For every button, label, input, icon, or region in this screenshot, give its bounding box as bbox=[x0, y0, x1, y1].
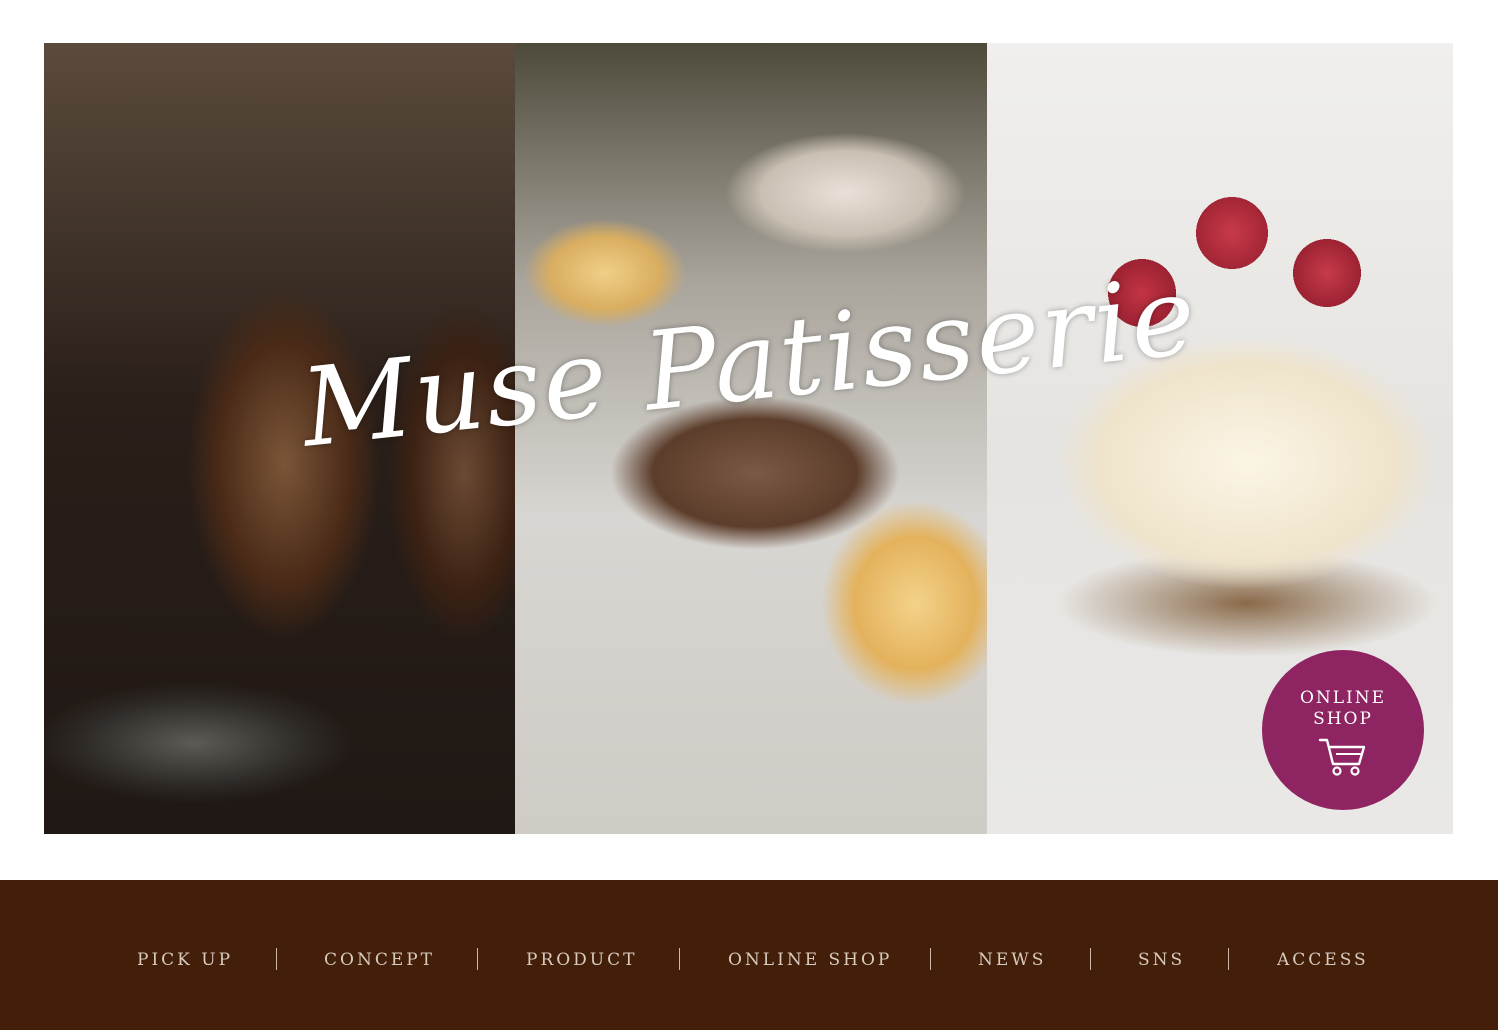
cart-icon bbox=[1318, 738, 1366, 776]
nav-item-access[interactable]: ACCESS bbox=[1277, 950, 1369, 970]
hero-banner bbox=[44, 43, 1453, 834]
nav-divider bbox=[477, 948, 478, 970]
nav-item-sns[interactable]: SNS bbox=[1138, 950, 1185, 970]
online-shop-label-line2: SHOP bbox=[1313, 709, 1373, 729]
nav-item-product[interactable]: PRODUCT bbox=[526, 950, 637, 970]
nav-item-online-shop[interactable]: ONLINE SHOP bbox=[728, 950, 892, 970]
online-shop-label-line1: ONLINE bbox=[1299, 688, 1387, 708]
nav-item-pick-up[interactable]: PICK UP bbox=[137, 950, 233, 970]
nav-divider bbox=[1228, 948, 1229, 970]
footer-nav-bar: PICK UP CONCEPT PRODUCT ONLINE SHOP NEWS… bbox=[0, 880, 1498, 1030]
nav-divider bbox=[276, 948, 277, 970]
nav-item-concept[interactable]: CONCEPT bbox=[324, 950, 435, 970]
nav-item-news[interactable]: NEWS bbox=[978, 950, 1046, 970]
nav-divider bbox=[930, 948, 931, 970]
nav-divider bbox=[1090, 948, 1091, 970]
nav-divider bbox=[679, 948, 680, 970]
online-shop-button[interactable]: ONLINE SHOP bbox=[1262, 650, 1424, 810]
main-nav: PICK UP CONCEPT PRODUCT ONLINE SHOP NEWS… bbox=[0, 948, 1498, 980]
